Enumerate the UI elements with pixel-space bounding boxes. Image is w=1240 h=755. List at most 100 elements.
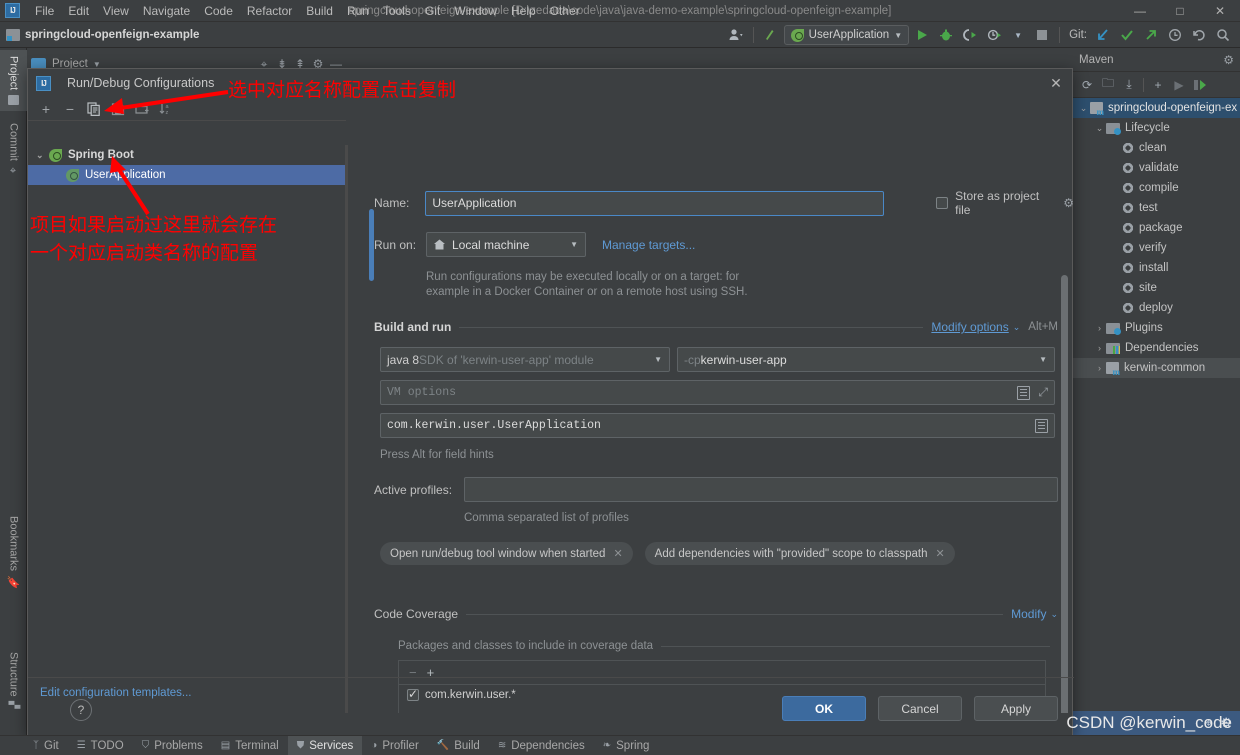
menu-bar[interactable]: File Edit View Navigate Code Refactor Bu… xyxy=(28,2,587,20)
maven-tree-row[interactable]: ⌄ springcloud-openfeign-ex xyxy=(1073,98,1240,118)
status-tab-dependencies[interactable]: ≋ Dependencies xyxy=(489,736,594,755)
status-tab-git[interactable]: ᛉ Git xyxy=(24,736,68,755)
name-input[interactable]: UserApplication xyxy=(425,190,885,216)
panel-divider[interactable] xyxy=(346,145,348,713)
option-chip-open-tool-window[interactable]: Open run/debug tool window when started … xyxy=(380,542,633,565)
chevron-down-icon[interactable]: ⌄ xyxy=(1050,609,1058,620)
menu-item-other[interactable]: Other xyxy=(543,2,587,20)
menu-item-build[interactable]: Build xyxy=(299,2,340,20)
menu-item-file[interactable]: File xyxy=(28,2,61,20)
menu-item-git[interactable]: Git xyxy=(418,2,447,20)
run-button[interactable] xyxy=(911,24,933,46)
status-tab-terminal[interactable]: ▤ Terminal xyxy=(212,736,288,755)
apply-button[interactable]: Apply xyxy=(974,696,1058,721)
sidebar-item-project[interactable]: Project xyxy=(0,50,27,112)
add-maven-project-icon[interactable]: 🗀 xyxy=(1098,75,1118,95)
chevron-down-icon[interactable]: ⌄ xyxy=(1077,103,1090,114)
sidebar-item-commit[interactable]: Commit ⌖ xyxy=(0,117,27,183)
manage-targets-link[interactable]: Manage targets... xyxy=(602,238,695,252)
status-tab-problems[interactable]: ⛉ Problems xyxy=(133,736,212,755)
main-class-input[interactable]: com.kerwin.user.UserApplication xyxy=(380,413,1055,438)
code-coverage-modify-link[interactable]: Modify xyxy=(1011,607,1046,621)
edit-configuration-templates-link[interactable]: Edit configuration templates... xyxy=(40,687,192,699)
configurations-tree[interactable]: ⌄ Spring Boot UserApplication Edit confi… xyxy=(28,145,346,713)
reload-icon[interactable]: ⟳ xyxy=(1077,75,1097,95)
new-folder-button[interactable] xyxy=(132,99,152,119)
maven-tree-row[interactable]: clean xyxy=(1073,138,1240,158)
chevron-down-icon[interactable]: ⌄ xyxy=(1013,322,1021,333)
status-tab-build[interactable]: 🔨 Build xyxy=(428,736,489,755)
user-accounts-icon[interactable] xyxy=(725,24,747,46)
chevron-down-icon[interactable]: ⌄ xyxy=(36,150,49,161)
maven-tree-row[interactable]: install xyxy=(1073,258,1240,278)
ok-button[interactable]: OK xyxy=(782,696,866,721)
maven-tree-row[interactable]: compile xyxy=(1073,178,1240,198)
maven-tree[interactable]: ⌄springcloud-openfeign-ex⌄Lifecycleclean… xyxy=(1073,98,1240,378)
run-configuration-selector[interactable]: UserApplication ▼ xyxy=(783,25,910,45)
menu-item-tools[interactable]: Tools xyxy=(376,2,418,20)
update-project-icon[interactable] xyxy=(760,24,782,46)
menu-item-edit[interactable]: Edit xyxy=(61,2,96,20)
status-tab-profiler[interactable]: ◑ Profiler xyxy=(362,736,427,755)
menu-item-view[interactable]: View xyxy=(96,2,136,20)
maven-tree-row[interactable]: test xyxy=(1073,198,1240,218)
menu-item-navigate[interactable]: Navigate xyxy=(136,2,197,20)
expand-editor-icon[interactable] xyxy=(1017,385,1031,400)
chevron-down-icon[interactable]: ⌄ xyxy=(1093,123,1106,134)
undo-icon[interactable] xyxy=(1188,24,1210,46)
run-with-coverage-button[interactable] xyxy=(959,24,981,46)
run-on-target-combo[interactable]: Local machine ▼ xyxy=(426,232,586,257)
status-tab-spring[interactable]: ❧ Spring xyxy=(594,736,659,755)
coverage-pattern-checkbox[interactable] xyxy=(407,687,419,701)
minimize-button[interactable]: — xyxy=(1120,0,1160,22)
remove-configuration-button[interactable]: − xyxy=(60,99,80,119)
jdk-selector-combo[interactable]: java 8 SDK of 'kerwin-user-app' module ▼ xyxy=(380,347,670,372)
maven-tree-row[interactable]: site xyxy=(1073,278,1240,298)
download-sources-icon[interactable]: ⤓ xyxy=(1119,75,1139,95)
close-icon[interactable]: ✕ xyxy=(613,547,622,560)
window-controls[interactable]: — □ ✕ xyxy=(1120,0,1240,22)
sidebar-item-structure[interactable]: Structure ▞ xyxy=(0,646,27,715)
maven-tree-row[interactable]: › Plugins xyxy=(1073,318,1240,338)
tree-group-spring-boot[interactable]: ⌄ Spring Boot xyxy=(28,145,345,165)
expand-diagonal-icon[interactable]: ⤢ xyxy=(1038,386,1048,400)
sidebar-item-bookmarks[interactable]: Bookmarks 🔖 xyxy=(0,510,27,595)
execute-goal-icon[interactable] xyxy=(1190,75,1210,95)
menu-item-window[interactable]: Window xyxy=(447,2,504,20)
maven-tree-row[interactable]: › kerwin-common xyxy=(1073,358,1240,378)
form-scrollbar-thumb[interactable] xyxy=(1061,275,1068,713)
maven-tree-row[interactable]: package xyxy=(1073,218,1240,238)
chevron-right-icon[interactable]: › xyxy=(1093,323,1106,333)
chevron-right-icon[interactable]: › xyxy=(1093,363,1106,373)
menu-item-refactor[interactable]: Refactor xyxy=(240,2,299,20)
vm-options-input[interactable]: VM options ⤢ xyxy=(380,380,1055,405)
history-icon[interactable] xyxy=(1164,24,1186,46)
search-icon[interactable] xyxy=(1212,24,1234,46)
debug-button[interactable] xyxy=(935,24,957,46)
status-bar-tabs[interactable]: ᛉ Git ☰ TODO ⛉ Problems ▤ Terminal ⛊ Services ◑ Pro… xyxy=(24,735,659,755)
breadcrumb[interactable]: springcloud-openfeign-example xyxy=(6,28,199,41)
option-chip-provided-scope[interactable]: Add dependencies with "provided" scope t… xyxy=(644,542,955,565)
add-icon[interactable]: + xyxy=(1148,75,1168,95)
maven-tree-row[interactable]: verify xyxy=(1073,238,1240,258)
add-configuration-button[interactable]: + xyxy=(36,99,56,119)
maximize-button[interactable]: □ xyxy=(1160,0,1200,22)
classpath-module-combo[interactable]: -cp kerwin-user-app ▼ xyxy=(677,347,1055,372)
stop-button[interactable] xyxy=(1031,24,1053,46)
help-button[interactable]: ? xyxy=(70,699,92,721)
dialog-close-button[interactable]: ✕ xyxy=(1046,73,1066,93)
close-button[interactable]: ✕ xyxy=(1200,0,1240,22)
profile-button[interactable] xyxy=(983,24,1005,46)
maven-tree-row[interactable]: deploy xyxy=(1073,298,1240,318)
close-icon[interactable]: ✕ xyxy=(936,547,945,560)
save-configuration-button[interactable] xyxy=(108,99,128,119)
modify-options-link[interactable]: Modify options xyxy=(931,320,1008,334)
maven-tree-row[interactable]: › Dependencies xyxy=(1073,338,1240,358)
sort-configurations-button[interactable]: az xyxy=(156,99,176,119)
menu-item-code[interactable]: Code xyxy=(197,2,240,20)
git-push-icon[interactable] xyxy=(1140,24,1162,46)
gear-icon[interactable]: ⚙ xyxy=(1063,196,1074,210)
chevron-right-icon[interactable]: › xyxy=(1093,343,1106,353)
gear-icon[interactable]: ⚙ xyxy=(1223,53,1234,67)
maven-tree-row[interactable]: validate xyxy=(1073,158,1240,178)
